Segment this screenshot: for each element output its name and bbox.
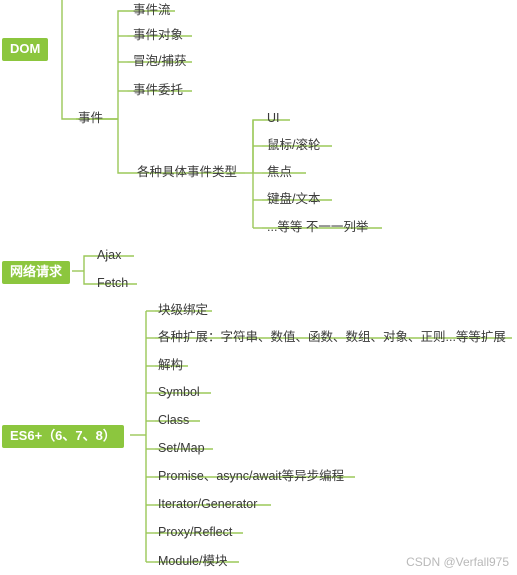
node-destructuring[interactable]: 解构 [158, 357, 183, 373]
node-proxy-reflect[interactable]: Proxy/Reflect [158, 524, 232, 540]
node-events[interactable]: 事件 [78, 110, 103, 126]
root-node-network[interactable]: 网络请求 [2, 261, 71, 284]
node-iterator-generator[interactable]: Iterator/Generator [158, 496, 257, 512]
node-module[interactable]: Module/模块 [158, 553, 227, 569]
node-event-delegate[interactable]: 事件委托 [133, 82, 183, 98]
node-ajax[interactable]: Ajax [97, 247, 121, 263]
node-set-map[interactable]: Set/Map [158, 440, 205, 456]
mindmap-connector-lines [61, 0, 512, 563]
node-focus[interactable]: 焦点 [267, 164, 292, 180]
node-extensions[interactable]: 各种扩展：字符串、数值、函数、数组、对象、正则...等等扩展 [158, 329, 506, 345]
root-node-es6[interactable]: ES6+（6、7、8） [2, 425, 124, 448]
node-bubble-capture[interactable]: 冒泡/捕获 [133, 53, 186, 69]
node-concrete-event-types[interactable]: 各种具体事件类型 [137, 164, 237, 180]
node-ui[interactable]: UI [267, 110, 280, 126]
node-etc[interactable]: ...等等 不一一列举 [267, 219, 368, 235]
watermark-text: CSDN @Verfall975 [406, 555, 509, 569]
mindmap-canvas: DOM 网络请求 ES6+（6、7、8） 事件 事件流 事件对象 冒泡/捕获 事… [0, 0, 517, 575]
node-promise-async[interactable]: Promise、async/await等异步编程 [158, 468, 344, 484]
node-keyboard-text[interactable]: 键盘/文本 [267, 191, 320, 207]
node-mouse-wheel[interactable]: 鼠标/滚轮 [267, 137, 320, 153]
node-event-flow[interactable]: 事件流 [133, 2, 171, 18]
node-class[interactable]: Class [158, 412, 189, 428]
root-node-dom[interactable]: DOM [2, 38, 49, 61]
node-event-object[interactable]: 事件对象 [133, 27, 183, 43]
node-block-binding[interactable]: 块级绑定 [158, 302, 208, 318]
node-fetch[interactable]: Fetch [97, 275, 128, 291]
node-symbol[interactable]: Symbol [158, 384, 200, 400]
